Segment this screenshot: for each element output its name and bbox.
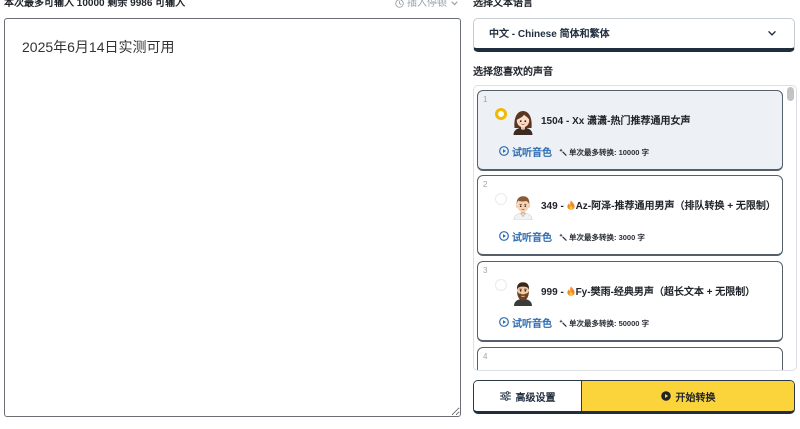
- flame-icon: [566, 286, 575, 296]
- voice-title: 349 - Az-阿泽-推荐通用男声（排队转换 + 无限制）: [541, 200, 776, 214]
- clock-icon: [395, 0, 404, 8]
- voice-name: Az-阿泽-推荐通用男声（排队转换 + 无限制）: [575, 201, 776, 212]
- input-limit-text: 本次最多可输入 10000 剩余 9986 可输入: [4, 0, 186, 9]
- convert-icon: [559, 148, 567, 156]
- chevron-down-icon: [451, 1, 458, 6]
- conversion-limit-text: 单次最多转换: 50000 字: [569, 318, 650, 328]
- bearded-man-avatar-icon: [514, 282, 532, 306]
- convert-icon: [559, 233, 567, 241]
- preview-label: 试听音色: [512, 318, 552, 330]
- voice-title: 999 - Fy-樊雨-经典男声（超长文本 + 无限制）: [541, 286, 755, 300]
- voice-card[interactable]: 3 999 - Fy-樊雨-经典男声（超长文本 + 无限制） 试听音色 单次最多…: [477, 261, 783, 342]
- play-circle-icon: [499, 231, 509, 241]
- voice-index: 1: [483, 95, 488, 104]
- voice-radio[interactable]: [495, 193, 507, 205]
- conversion-limit: 单次最多转换: 50000 字: [559, 317, 649, 329]
- action-bar: 高级设置 开始转换: [473, 380, 795, 414]
- play-circle-icon: [499, 317, 509, 327]
- man-avatar-icon: [511, 194, 535, 220]
- voice-list[interactable]: 1 1504 - Xx 潇潇-热门推荐通用女声 试听音色 单次最多转换: 100…: [473, 85, 797, 371]
- language-section-title: 选择文本语言: [473, 0, 533, 9]
- start-convert-label: 开始转换: [675, 392, 716, 404]
- voice-radio[interactable]: [495, 279, 507, 291]
- bearded-man-avatar-icon: [511, 280, 535, 306]
- advanced-settings-button[interactable]: 高级设置: [474, 381, 582, 411]
- preview-voice-button[interactable]: 试听音色: [499, 229, 552, 244]
- play-circle-icon: [499, 146, 509, 156]
- voice-name: Fy-樊雨-经典男声（超长文本 + 无限制）: [575, 287, 756, 298]
- flame-icon: [566, 200, 575, 210]
- voice-section-title: 选择您喜欢的声音: [473, 67, 553, 78]
- voice-id: 999 -: [541, 287, 567, 298]
- convert-icon: [559, 319, 567, 327]
- voice-index: 3: [483, 266, 488, 275]
- chevron-down-icon: [768, 31, 776, 36]
- conversion-limit: 单次最多转换: 3000 字: [559, 231, 645, 243]
- voice-name: Xx 潇潇-热门推荐通用女声: [572, 116, 691, 127]
- advanced-settings-label: 高级设置: [515, 392, 556, 404]
- conversion-limit-text: 单次最多转换: 10000 字: [569, 147, 650, 157]
- language-selected-value: 中文 - Chinese 简体和繁体: [489, 29, 610, 40]
- insert-pause-label: 插入停顿: [407, 0, 447, 9]
- conversion-limit-text: 单次最多转换: 3000 字: [569, 232, 645, 242]
- voice-id: 1504 -: [541, 116, 573, 127]
- voice-card[interactable]: 1 1504 - Xx 潇潇-热门推荐通用女声 试听音色 单次最多转换: 100…: [477, 90, 783, 171]
- preview-voice-button[interactable]: 试听音色: [499, 315, 552, 330]
- preview-voice-button[interactable]: 试听音色: [499, 144, 552, 159]
- text-input-area[interactable]: 2025年6月14日实测可用: [4, 18, 461, 417]
- language-select[interactable]: 中文 - Chinese 简体和繁体: [473, 18, 795, 52]
- play-filled-icon: [660, 391, 671, 401]
- voice-radio[interactable]: [495, 108, 507, 120]
- woman-avatar-icon: [513, 111, 533, 135]
- voice-index: 4: [483, 352, 488, 361]
- voice-id: 349 -: [541, 201, 567, 212]
- preview-label: 试听音色: [512, 147, 552, 159]
- voice-card[interactable]: 2 349 - Az-阿泽-推荐通用男声（排队转换 + 无限制） 试听音色 单次…: [477, 175, 783, 256]
- sliders-icon: [499, 391, 511, 401]
- start-convert-button[interactable]: 开始转换: [582, 381, 794, 411]
- voice-title: 1504 - Xx 潇潇-热门推荐通用女声: [541, 115, 690, 129]
- scrollbar-thumb[interactable]: [787, 87, 794, 101]
- woman-avatar-icon: [511, 109, 535, 135]
- conversion-limit: 单次最多转换: 10000 字: [559, 146, 649, 158]
- voice-card[interactable]: 4: [477, 347, 783, 370]
- man-avatar-icon: [513, 196, 533, 220]
- voice-index: 2: [483, 180, 488, 189]
- insert-pause-button[interactable]: 插入停顿: [395, 0, 458, 10]
- preview-label: 试听音色: [512, 232, 552, 244]
- voice-list-scrollbar[interactable]: [787, 86, 795, 370]
